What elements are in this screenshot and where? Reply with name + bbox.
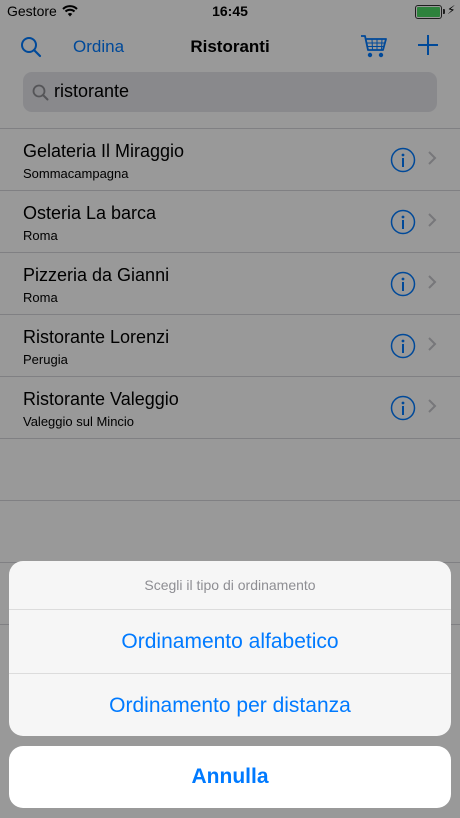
sort-alphabetical-button[interactable]: Ordinamento alfabetico [9, 610, 451, 673]
action-sheet-title: Scegli il tipo di ordinamento [9, 561, 451, 610]
cancel-button[interactable]: Annulla [9, 746, 451, 808]
sort-distance-button[interactable]: Ordinamento per distanza [9, 673, 451, 736]
sort-action-sheet: Scegli il tipo di ordinamento Ordinament… [9, 561, 451, 736]
